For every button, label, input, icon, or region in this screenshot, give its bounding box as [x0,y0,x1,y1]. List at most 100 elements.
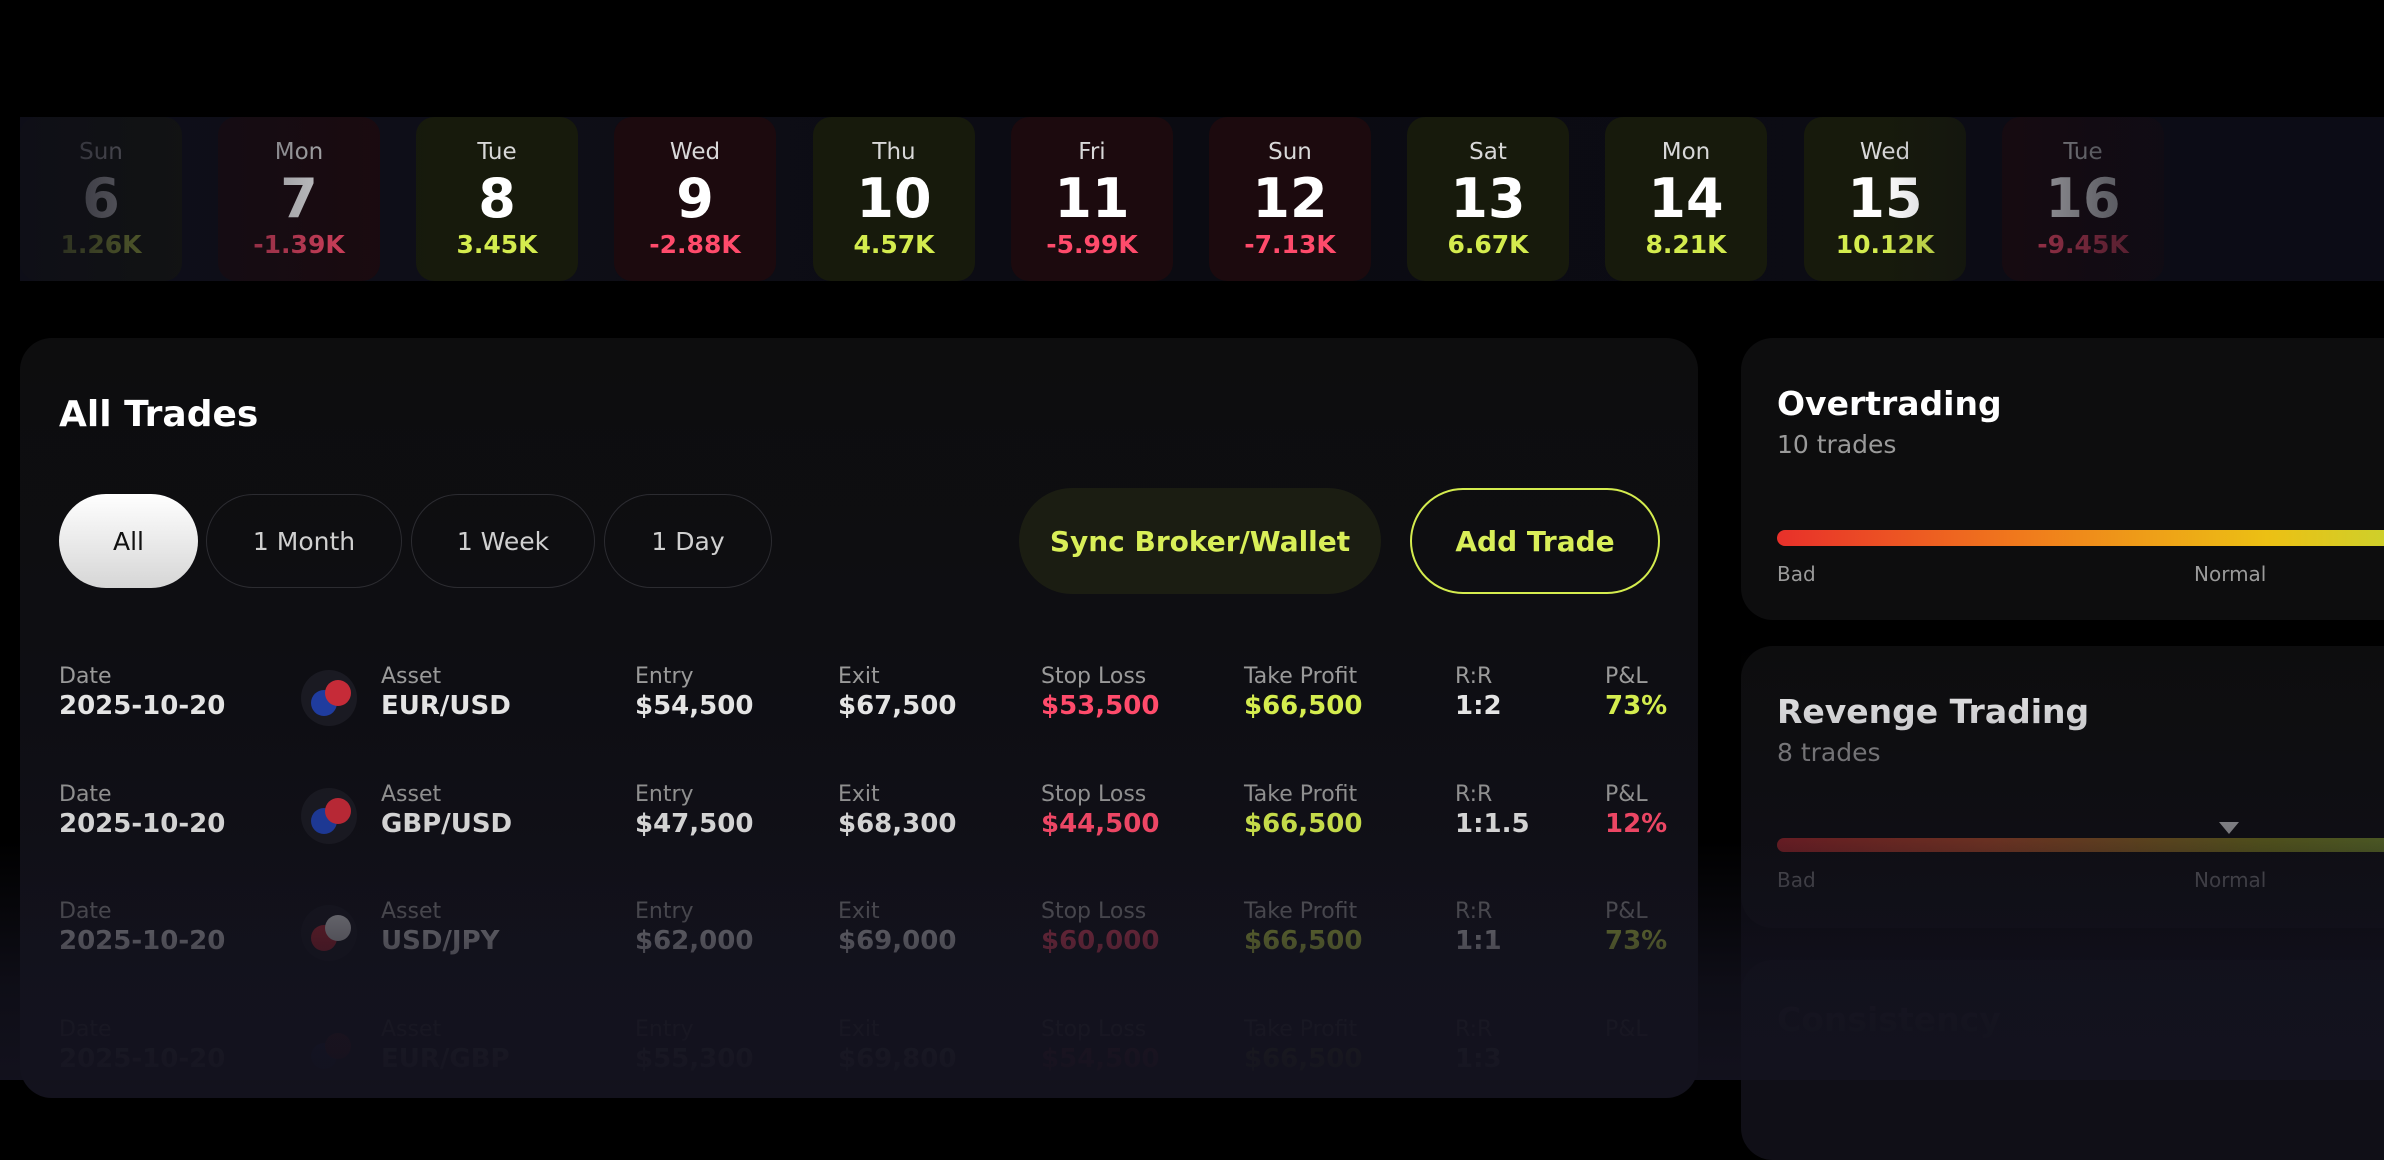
pnl-label: P&L [1605,664,1648,689]
table-row[interactable]: Date 2025-10-20 Asset GBP/USD Entry $47,500 Ex… [20,782,1698,892]
exit-value: $68,300 [838,809,957,839]
exit-label: Exit [838,664,880,689]
sync-broker-wallet-button[interactable]: Sync Broker/Wallet [1019,488,1381,594]
calendar-strip: Sun 6 1.26K Mon 7 -1.39K Tue 8 3.45K Wed 9 -2.88K Th… [20,117,2384,281]
calendar-day-12[interactable]: Sun 12 -7.13K [1209,117,1371,281]
revenge-trading-title: Revenge Trading [1777,692,2090,731]
calendar-day-6[interactable]: Sun 6 1.26K [20,117,182,281]
date-label: Date [59,782,112,807]
revenge-trading-meter [1777,838,2384,852]
asset-cell: Asset EUR/USD [381,664,511,721]
day-number: 11 [1054,167,1130,230]
exit-value: $67,500 [838,691,957,721]
revenge-trading-subtitle: 8 trades [1777,738,1881,767]
date-value: 2025-10-20 [59,926,226,956]
revenge-trading-card[interactable]: Revenge Trading 8 trades Bad Normal [1741,646,2384,928]
pnl-label: P&L [1605,899,1648,924]
add-trade-button[interactable]: Add Trade [1410,488,1660,594]
asset-cell: Asset USD/JPY [381,899,499,956]
exit-value: $69,800 [838,1044,957,1074]
day-number: 8 [478,167,516,230]
day-name: Mon [274,139,324,165]
pnl-cell: P&L 73% [1605,899,1667,956]
day-name: Wed [1859,139,1911,165]
calendar-day-11[interactable]: Fri 11 -5.99K [1011,117,1173,281]
exit-value: $69,000 [838,926,957,956]
stop-loss-label: Stop Loss [1041,782,1147,807]
calendar-day-13[interactable]: Sat 13 6.67K [1407,117,1569,281]
calendar-day-14[interactable]: Mon 14 8.21K [1605,117,1767,281]
pnl-cell: P&L 12% [1605,782,1667,839]
day-pnl: 4.57K [853,230,935,259]
exit-cell: Exit $69,800 [838,1017,956,1074]
take-profit-label: Take Profit [1244,1017,1358,1042]
asset-cell: Asset GBP/USD [381,782,512,839]
stop-loss-cell: Stop Loss $44,500 [1041,782,1159,839]
asset-cell: Asset EUR/GBP [381,1017,510,1074]
currency-pair-flag-icon [301,905,357,961]
take-profit-value: $66,500 [1244,809,1363,839]
consistency-card[interactable]: Consistency [1741,960,2384,1160]
date-cell: Date 2025-10-20 [59,899,225,956]
risk-reward-value: 1:1 [1455,926,1502,956]
day-pnl: 1.26K [60,230,142,259]
filter-1-month-button[interactable]: 1 Month [206,494,402,588]
exit-label: Exit [838,782,880,807]
filter-1-week-button[interactable]: 1 Week [411,494,595,588]
revenge-bad-label: Bad [1777,868,1816,892]
filter-all-button[interactable]: All [59,494,198,588]
day-pnl: -2.88K [649,230,741,259]
date-cell: Date 2025-10-20 [59,664,225,721]
day-pnl: 8.21K [1645,230,1727,259]
day-number: 10 [856,167,932,230]
date-value: 2025-10-20 [59,1044,226,1074]
stop-loss-value: $60,000 [1041,926,1160,956]
consistency-title: Consistency [1777,1000,2001,1039]
filter-1-day-button[interactable]: 1 Day [604,494,772,588]
exit-cell: Exit $67,500 [838,664,956,721]
calendar-day-16[interactable]: Tue 16 -9.45K [2002,117,2164,281]
day-number: 6 [82,167,120,230]
stop-loss-cell: Stop Loss $53,500 [1041,664,1159,721]
table-row[interactable]: Date 2025-10-20 Asset EUR/USD Entry $54,500 Ex… [20,664,1698,774]
asset-label: Asset [381,664,442,689]
entry-cell: Entry $54,500 [635,664,753,721]
calendar-day-10[interactable]: Thu 10 4.57K [813,117,975,281]
risk-reward-cell: R:R 1:1.5 [1455,782,1530,839]
asset-value: EUR/GBP [381,1044,510,1074]
day-number: 16 [2045,167,2121,230]
calendar-day-15[interactable]: Wed 15 10.12K [1804,117,1966,281]
day-number: 9 [676,167,714,230]
day-number: 7 [280,167,318,230]
risk-reward-label: R:R [1455,899,1493,924]
take-profit-cell: Take Profit $66,500 [1244,1017,1362,1074]
risk-reward-label: R:R [1455,1017,1493,1042]
stop-loss-label: Stop Loss [1041,664,1147,689]
date-cell: Date 2025-10-20 [59,1017,225,1074]
table-row[interactable]: Date 2025-10-20 Asset USD/JPY Entry $62,000 Ex… [20,899,1698,1009]
panel-title: All Trades [59,394,259,435]
pnl-value: 12% [1605,809,1668,839]
stop-loss-cell: Stop Loss $60,000 [1041,899,1159,956]
day-name: Mon [1661,139,1711,165]
entry-value: $62,000 [635,926,754,956]
calendar-day-7[interactable]: Mon 7 -1.39K [218,117,380,281]
exit-cell: Exit $69,000 [838,899,956,956]
take-profit-value: $66,500 [1244,691,1363,721]
revenge-normal-label: Normal [2194,868,2267,892]
overtrading-title: Overtrading [1777,384,2002,423]
take-profit-label: Take Profit [1244,664,1358,689]
currency-pair-flag-icon [301,788,357,844]
calendar-day-9[interactable]: Wed 9 -2.88K [614,117,776,281]
asset-label: Asset [381,899,442,924]
day-name: Tue [477,139,517,165]
table-row[interactable]: Date 2025-10-20 Asset EUR/GBP Entry $55,300 Ex… [20,1017,1698,1127]
stop-loss-value: $53,500 [1041,691,1160,721]
overtrading-normal-label: Normal [2194,562,2267,586]
entry-label: Entry [635,899,694,924]
asset-value: EUR/USD [381,691,511,721]
date-cell: Date 2025-10-20 [59,782,225,839]
calendar-day-8[interactable]: Tue 8 3.45K [416,117,578,281]
overtrading-card[interactable]: Overtrading 10 trades Bad Normal [1741,338,2384,620]
stop-loss-label: Stop Loss [1041,1017,1147,1042]
